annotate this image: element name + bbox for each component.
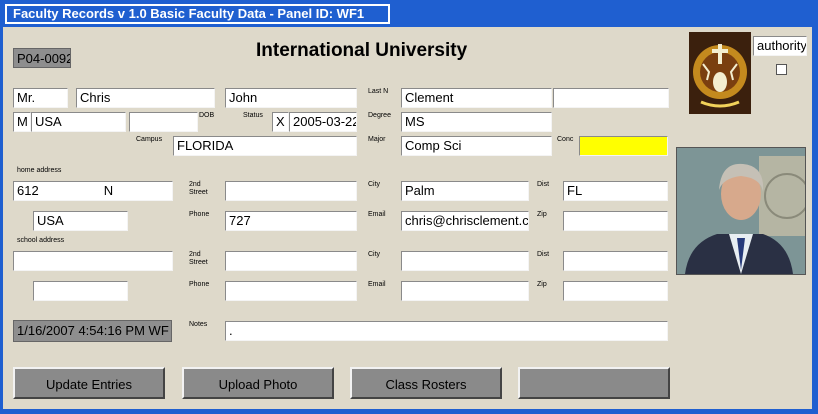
home-city-field[interactable]: Palm <box>401 181 529 201</box>
label-home-city: City <box>368 181 381 188</box>
label-school-address: school address <box>17 237 65 244</box>
citizenship-field[interactable]: USA <box>31 112 126 132</box>
dob-field[interactable] <box>129 112 198 132</box>
label-school-dist: Dist <box>537 251 550 258</box>
page-title: International University <box>256 40 468 61</box>
gender-field[interactable]: M <box>13 112 31 132</box>
degree-field[interactable]: MS <box>401 112 552 132</box>
timestamp-display: 1/16/2007 4:54:16 PM WF <box>13 320 172 342</box>
label-school-2nd-street: 2nd Street <box>189 251 208 266</box>
first-name-field[interactable]: Chris <box>76 88 215 108</box>
record-id: P04-0092 <box>13 48 71 68</box>
conc-field[interactable] <box>579 136 668 156</box>
label-school-email: Email <box>368 281 386 288</box>
label-last-n: Last N <box>368 88 389 95</box>
school-country-field[interactable] <box>33 281 128 301</box>
home-email-field[interactable]: chris@chrisclement.c <box>401 211 529 231</box>
label-home-phone: Phone <box>189 211 210 218</box>
school-city-field[interactable] <box>401 251 529 271</box>
status-date-field[interactable]: 2005-03-22 <box>289 112 357 132</box>
home-street-field[interactable]: 612 N <box>13 181 173 201</box>
label-home-zip: Zip <box>537 211 547 218</box>
label-dob: DOB <box>199 112 215 119</box>
status-field[interactable]: X <box>272 112 289 132</box>
school-dist-field[interactable] <box>563 251 668 271</box>
label-home-2nd-street: 2nd Street <box>189 181 208 196</box>
update-entries-button[interactable]: Update Entries <box>13 367 165 399</box>
notes-field[interactable]: . <box>225 321 668 341</box>
last-name-field[interactable]: Clement <box>401 88 552 108</box>
label-home-email: Email <box>368 211 386 218</box>
prefix-field[interactable]: Mr. <box>13 88 68 108</box>
label-home-address: home address <box>17 167 62 174</box>
label-school-zip: Zip <box>537 281 547 288</box>
label-home-dist: Dist <box>537 181 550 188</box>
label-degree: Degree <box>368 112 391 119</box>
home-street2-field[interactable] <box>225 181 357 201</box>
label-conc: Conc <box>557 136 574 143</box>
label-major: Major <box>368 136 386 143</box>
university-logo <box>689 32 751 114</box>
school-zip-field[interactable] <box>563 281 668 301</box>
major-field[interactable]: Comp Sci <box>401 136 552 156</box>
blank-button[interactable] <box>518 367 670 399</box>
label-notes: Notes <box>189 321 208 328</box>
middle-name-field[interactable]: John <box>225 88 357 108</box>
window-title: Faculty Records v 1.0 Basic Faculty Data… <box>5 4 390 24</box>
home-zip-field[interactable] <box>563 211 668 231</box>
portrait-image <box>677 148 805 274</box>
class-rosters-button[interactable]: Class Rosters <box>350 367 502 399</box>
school-email-field[interactable] <box>401 281 529 301</box>
upload-photo-button[interactable]: Upload Photo <box>182 367 334 399</box>
label-status: Status <box>243 112 263 119</box>
authority-label: authority <box>753 36 807 56</box>
faculty-photo <box>676 147 806 275</box>
authority-checkbox[interactable] <box>776 64 787 75</box>
school-street-field[interactable] <box>13 251 173 271</box>
home-dist-field[interactable]: FL <box>563 181 668 201</box>
home-phone-field[interactable]: 727 <box>225 211 357 231</box>
label-school-phone: Phone <box>189 281 210 288</box>
label-campus: Campus <box>136 136 163 143</box>
school-street2-field[interactable] <box>225 251 357 271</box>
suffix-field[interactable] <box>553 88 669 108</box>
campus-field[interactable]: FLORIDA <box>173 136 357 156</box>
stag-crest-icon <box>689 32 751 114</box>
label-school-city: City <box>368 251 381 258</box>
school-phone-field[interactable] <box>225 281 357 301</box>
home-country-field[interactable]: USA <box>33 211 128 231</box>
